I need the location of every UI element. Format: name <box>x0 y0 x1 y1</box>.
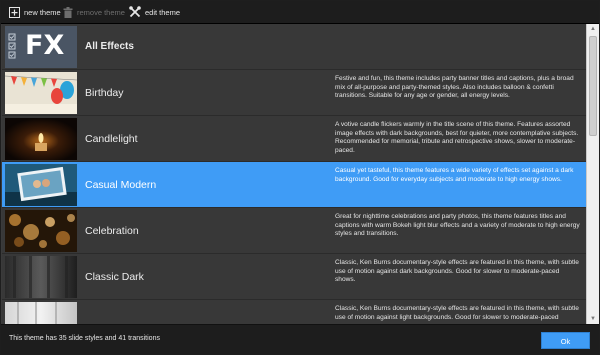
theme-description: A votive candle flickers warmly in the t… <box>335 121 579 155</box>
candlelight-thumbnail <box>5 118 77 160</box>
theme-title: Classic Dark <box>85 271 144 283</box>
theme-row-candlelight[interactable]: Candlelight A votive candle flickers war… <box>2 116 586 162</box>
classic-light-thumbnail <box>5 302 77 324</box>
scroll-up-icon[interactable]: ▲ <box>587 24 599 34</box>
wrench-screwdriver-icon <box>129 6 141 18</box>
theme-row-casual-modern[interactable]: Casual Modern Casual yet tasteful, this … <box>2 162 586 208</box>
status-bar: This theme has 35 slide styles and 41 tr… <box>1 324 599 354</box>
theme-row-birthday[interactable]: Birthday Festive and fun, this theme inc… <box>2 70 586 116</box>
theme-row-classic-dark[interactable]: Classic Dark Classic, Ken Burns document… <box>2 254 586 300</box>
theme-row-celebration[interactable]: Celebration Great for nighttime celebrat… <box>2 208 586 254</box>
theme-description: Great for nighttime celebrations and par… <box>335 213 580 238</box>
classic-dark-thumbnail <box>5 256 77 298</box>
theme-title: Birthday <box>85 87 124 99</box>
celebration-thumbnail <box>5 210 77 252</box>
status-text: This theme has 35 slide styles and 41 tr… <box>9 335 160 342</box>
edit-theme-label: edit theme <box>145 7 181 17</box>
theme-description: Festive and fun, this theme includes par… <box>335 75 574 100</box>
theme-title: All Effects <box>85 41 134 52</box>
vertical-scrollbar[interactable]: ▲ ▼ <box>586 24 599 324</box>
theme-title: Casual Modern <box>85 179 157 191</box>
theme-title: Candlelight <box>85 133 138 145</box>
toolbar: new theme remove theme edit theme <box>1 1 599 24</box>
fx-text: FX <box>25 30 65 61</box>
theme-list: FX All Effects Birthday Festive and fun,… <box>2 24 586 324</box>
theme-description: Casual yet tasteful, this theme features… <box>335 167 574 183</box>
trash-icon <box>63 6 73 18</box>
remove-theme-label: remove theme <box>77 7 125 17</box>
theme-row-classic-light[interactable]: Classic, Ken Burns documentary-style eff… <box>2 300 586 324</box>
casual-modern-thumbnail <box>5 164 77 206</box>
theme-description: Classic, Ken Burns documentary-style eff… <box>335 305 579 321</box>
new-theme-label: new theme <box>24 7 61 17</box>
plus-icon <box>9 6 20 18</box>
fx-thumbnail: FX <box>5 26 77 68</box>
theme-title: Celebration <box>85 225 139 237</box>
theme-browser-window: new theme remove theme edit theme FX All… <box>0 0 600 355</box>
remove-theme-button[interactable]: remove theme <box>63 4 125 20</box>
ok-button[interactable]: Ok <box>541 332 590 349</box>
theme-row-all-effects[interactable]: FX All Effects <box>2 24 586 70</box>
scroll-down-icon[interactable]: ▼ <box>587 314 599 324</box>
edit-theme-button[interactable]: edit theme <box>129 4 180 20</box>
birthday-thumbnail <box>5 72 77 114</box>
scrollbar-thumb[interactable] <box>589 36 597 136</box>
new-theme-button[interactable]: new theme <box>9 4 61 20</box>
theme-description: Classic, Ken Burns documentary-style eff… <box>335 259 579 284</box>
